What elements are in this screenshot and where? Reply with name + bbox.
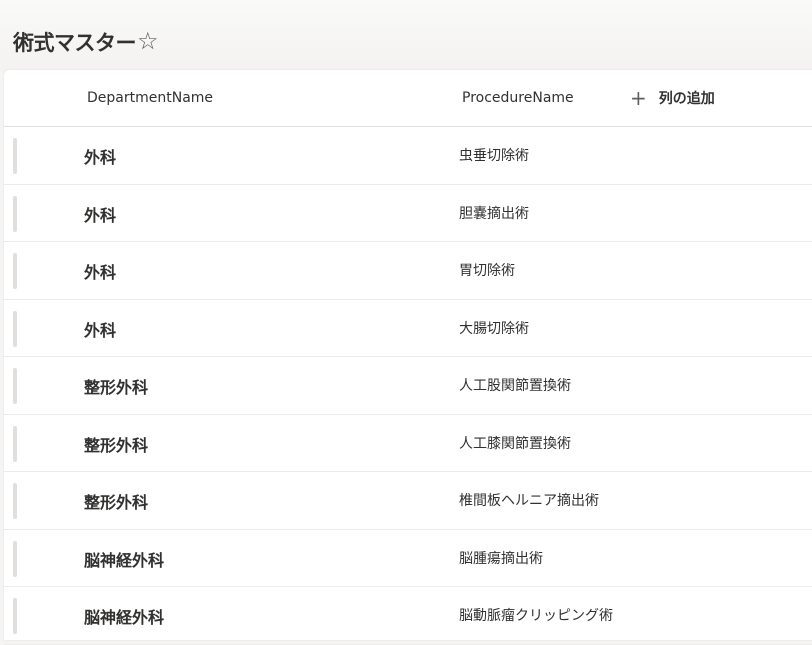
list-view: DepartmentName ProcedureName + 列の追加 外科 虫… <box>4 70 812 645</box>
star-icon[interactable]: ☆ <box>137 27 159 55</box>
row-select-handle[interactable] <box>13 540 17 577</box>
list-row[interactable]: 外科 胆嚢摘出術 <box>4 185 812 242</box>
row-select-handle[interactable] <box>13 598 17 634</box>
cell-procedure: 人工膝関節置換術 <box>459 435 571 452</box>
cell-procedure: 大腸切除術 <box>459 320 529 337</box>
cell-department: 整形外科 <box>84 378 149 397</box>
list-row[interactable]: 整形外科 人工膝関節置換術 <box>4 415 812 472</box>
row-select-handle[interactable] <box>13 425 17 462</box>
plus-icon: + <box>630 86 647 110</box>
column-header-procedurename[interactable]: ProcedureName <box>462 90 574 106</box>
cell-department: 脳神経外科 <box>84 550 165 570</box>
list-header: DepartmentName ProcedureName + 列の追加 <box>4 70 812 127</box>
list-row[interactable]: 脳神経外科 脳腫瘍摘出術 <box>4 530 812 587</box>
add-column-label: 列の追加 <box>658 91 715 107</box>
cell-department: 整形外科 <box>84 435 149 455</box>
cell-procedure: 虫垂切除術 <box>459 148 529 164</box>
cell-procedure: 脳腫瘍摘出術 <box>459 550 543 567</box>
list-row[interactable]: 外科 虫垂切除術 <box>4 127 812 185</box>
row-select-handle[interactable] <box>13 310 17 347</box>
list-rows: 外科 虫垂切除術 外科 胆嚢摘出術 外科 胃切除術 外科 大腸切除術 整形外科 … <box>4 127 812 645</box>
column-header-departmentname[interactable]: DepartmentName <box>87 90 213 106</box>
list-row[interactable]: 脳神経外科 脳動脈瘤クリッピング術 <box>4 587 812 645</box>
page-header: 術式マスター ☆ <box>0 0 812 72</box>
cell-procedure: 椎間板ヘルニア摘出術 <box>459 493 599 509</box>
cell-procedure: 胆嚢摘出術 <box>459 205 529 222</box>
cell-department: 脳神経外科 <box>84 608 165 627</box>
cell-department: 外科 <box>84 148 117 167</box>
list-row[interactable]: 整形外科 椎間板ヘルニア摘出術 <box>4 472 812 530</box>
cell-procedure: 脳動脈瘤クリッピング術 <box>459 608 613 624</box>
row-select-handle[interactable] <box>13 368 17 404</box>
cell-department: 外科 <box>84 263 117 282</box>
cell-department: 外科 <box>84 320 117 340</box>
row-select-handle[interactable] <box>13 138 17 174</box>
cell-department: 外科 <box>84 205 117 225</box>
add-column-button[interactable]: + 列の追加 <box>630 88 715 108</box>
page-title: 術式マスター <box>13 31 137 55</box>
row-select-handle[interactable] <box>13 195 17 232</box>
cell-procedure: 胃切除術 <box>459 263 515 279</box>
list-row[interactable]: 外科 胃切除術 <box>4 242 812 300</box>
list-row[interactable]: 整形外科 人工股関節置換術 <box>4 357 812 415</box>
cell-procedure: 人工股関節置換術 <box>459 378 571 394</box>
row-select-handle[interactable] <box>13 253 17 289</box>
cell-department: 整形外科 <box>84 493 149 512</box>
row-select-handle[interactable] <box>13 483 17 519</box>
list-row[interactable]: 外科 大腸切除術 <box>4 300 812 357</box>
